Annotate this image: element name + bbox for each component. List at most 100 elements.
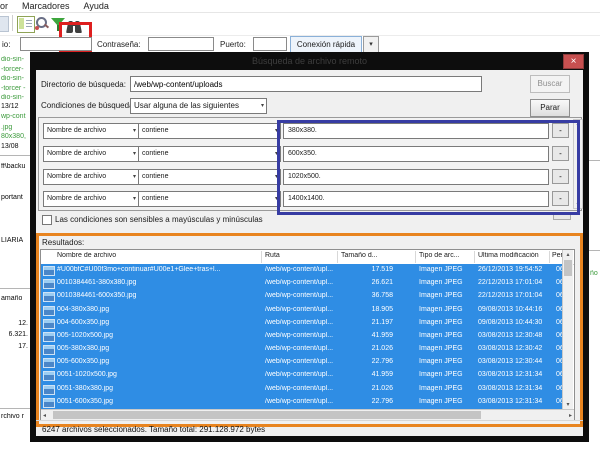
image-file-icon xyxy=(43,306,55,316)
host-input[interactable] xyxy=(20,37,92,51)
results-horizontal-scrollbar[interactable]: ◂ ▸ xyxy=(41,409,574,420)
cell-modified: 26/12/2013 19:54:52 xyxy=(478,266,554,273)
remove-condition-button[interactable]: - xyxy=(552,169,569,184)
cell-size: 21.026 xyxy=(337,345,393,352)
toolbar-partial-icon[interactable] xyxy=(0,16,9,32)
table-row[interactable]: 0010384461-600x350.jpg /web/wp-content/u… xyxy=(41,290,562,303)
remove-condition-button[interactable]: - xyxy=(552,146,569,161)
match-mode-select[interactable]: Usar alguna de las siguientes ▾ xyxy=(130,98,267,114)
conditions-scrollbar[interactable]: ▴ ▾ xyxy=(573,119,583,209)
queue-panel-icon[interactable] xyxy=(17,16,35,33)
stop-button[interactable]: Parar xyxy=(530,99,570,117)
background-text-fragment: 17. xyxy=(18,343,28,350)
cell-modified: 03/08/2013 12:31:34 xyxy=(478,371,554,378)
table-row[interactable]: 004-600x350.jpg /web/wp-content/upl... 2… xyxy=(41,317,562,330)
filezilla-window: dio-sin--torcer-dio-sin--torcer -dio-sin… xyxy=(0,0,600,451)
search-button[interactable]: Buscar xyxy=(530,75,570,93)
condition-value-input[interactable]: 1400x1400. xyxy=(283,191,549,207)
table-row[interactable]: 0051-600x350.jpg /web/wp-content/upl... … xyxy=(41,396,562,409)
column-header-type[interactable]: Tipo de arc... xyxy=(419,252,460,259)
condition-operator-select[interactable]: contiene ▾ xyxy=(138,146,281,162)
cell-filename: 0051-380x380.jpg xyxy=(57,385,259,392)
scroll-up-icon[interactable]: ▴ xyxy=(574,120,582,127)
background-left-panel: dio-sin--torcer-dio-sin--torcer -dio-sin… xyxy=(0,0,32,451)
background-text-fragment: -torcer - xyxy=(1,85,26,92)
table-row[interactable]: 005-380x380.jpg /web/wp-content/upl... 2… xyxy=(41,343,562,356)
condition-operator-select[interactable]: contiene ▾ xyxy=(138,191,281,207)
scroll-left-icon[interactable]: ◂ xyxy=(43,412,46,419)
cell-type: Imagen JPEG xyxy=(419,319,475,326)
scroll-right-icon[interactable]: ▸ xyxy=(569,412,572,419)
scroll-down-icon[interactable]: ▾ xyxy=(574,201,582,208)
cell-path: /web/wp-content/upl... xyxy=(265,306,343,313)
results-table: Nombre de archivo Ruta Tamaño d... Tipo … xyxy=(40,249,575,421)
table-row[interactable]: 0051-380x380.jpg /web/wp-content/upl... … xyxy=(41,383,562,396)
scroll-down-icon[interactable]: ▾ xyxy=(563,401,573,408)
background-text-fragment: LIARIA xyxy=(1,237,23,244)
toolbar xyxy=(0,12,600,36)
scrollbar-thumb[interactable] xyxy=(53,411,481,419)
condition-value-input[interactable]: 600x350. xyxy=(283,146,549,162)
table-row[interactable]: 005-1020x500.jpg /web/wp-content/upl... … xyxy=(41,330,562,343)
image-file-icon xyxy=(43,279,55,289)
condition-value-input[interactable]: 380x380. xyxy=(283,123,549,139)
cell-filename: 0051-600x350.jpg xyxy=(57,398,259,405)
directory-comparison-icon[interactable] xyxy=(34,16,50,31)
menu-item[interactable]: or xyxy=(0,1,8,11)
column-divider[interactable] xyxy=(474,251,475,263)
column-divider[interactable] xyxy=(261,251,262,263)
chevron-down-icon: ▾ xyxy=(133,147,136,161)
column-header-size[interactable]: Tamaño d... xyxy=(341,252,378,259)
condition-field-select[interactable]: Nombre de archivo ▾ xyxy=(43,146,139,162)
condition-value-input[interactable]: 1020x500. xyxy=(283,169,549,185)
remove-condition-button[interactable]: - xyxy=(552,123,569,138)
cell-modified: 03/08/2013 12:31:34 xyxy=(478,385,554,392)
toolbar-separator xyxy=(12,15,13,31)
background-text-fragment: dio-sin- xyxy=(1,56,24,63)
condition-operator-select[interactable]: contiene ▾ xyxy=(138,169,281,185)
cell-type: Imagen JPEG xyxy=(419,358,475,365)
column-divider[interactable] xyxy=(549,251,550,263)
table-row[interactable]: 0051-1020x500.jpg /web/wp-content/upl...… xyxy=(41,369,562,382)
condition-field-select[interactable]: Nombre de archivo ▾ xyxy=(43,123,139,139)
cell-size: 17.519 xyxy=(337,266,393,273)
results-label: Resultados: xyxy=(42,238,84,247)
column-header-modified[interactable]: Última modificación xyxy=(478,252,539,259)
search-directory-input[interactable] xyxy=(130,76,482,92)
scroll-up-icon[interactable]: ▴ xyxy=(563,251,573,258)
condition-field-select[interactable]: Nombre de archivo ▾ xyxy=(43,169,139,185)
cell-size: 18.905 xyxy=(337,306,393,313)
chevron-down-icon: ▾ xyxy=(133,124,136,138)
cell-modified: 03/08/2013 12:31:34 xyxy=(478,398,554,405)
results-header-row: Nombre de archivo Ruta Tamaño d... Tipo … xyxy=(41,250,574,265)
condition-operator-value: contiene xyxy=(142,150,168,157)
image-file-icon xyxy=(43,358,55,368)
column-divider[interactable] xyxy=(415,251,416,263)
table-row[interactable]: 0010384461-380x380.jpg /web/wp-content/u… xyxy=(41,277,562,290)
cell-path: /web/wp-content/upl... xyxy=(265,319,343,326)
add-condition-button-partial[interactable] xyxy=(553,212,571,220)
close-icon[interactable]: × xyxy=(563,54,584,69)
background-text-fragment: 13/12 xyxy=(1,103,19,110)
cell-modified: 09/08/2013 10:44:16 xyxy=(478,306,554,313)
table-row[interactable]: #U00bfC#U00f3mo+continuar#U00e1+Glee+tra… xyxy=(41,264,562,277)
menu-item[interactable]: Marcadores xyxy=(22,1,70,11)
table-row[interactable]: 005-600x350.jpg /web/wp-content/upl... 2… xyxy=(41,356,562,369)
menu-item[interactable]: Ayuda xyxy=(84,1,109,11)
table-row[interactable]: 004-380x380.jpg /web/wp-content/upl... 1… xyxy=(41,304,562,317)
background-divider xyxy=(0,288,31,289)
cell-path: /web/wp-content/upl... xyxy=(265,266,343,273)
column-divider[interactable] xyxy=(337,251,338,263)
condition-operator-select[interactable]: contiene ▾ xyxy=(138,123,281,139)
column-header-filename[interactable]: Nombre de archivo xyxy=(57,252,116,259)
condition-field-select[interactable]: Nombre de archivo ▾ xyxy=(43,191,139,207)
cell-filename: 004-380x380.jpg xyxy=(57,306,259,313)
port-input[interactable] xyxy=(253,37,287,51)
column-header-path[interactable]: Ruta xyxy=(265,252,280,259)
dialog-title: Búsqueda de archivo remoto xyxy=(30,52,589,70)
results-vertical-scrollbar[interactable]: ▴ ▾ xyxy=(562,250,573,409)
password-input[interactable] xyxy=(148,37,214,51)
remove-condition-button[interactable]: - xyxy=(552,191,569,206)
case-sensitive-checkbox[interactable] xyxy=(42,215,52,225)
scrollbar-thumb[interactable] xyxy=(564,260,572,276)
